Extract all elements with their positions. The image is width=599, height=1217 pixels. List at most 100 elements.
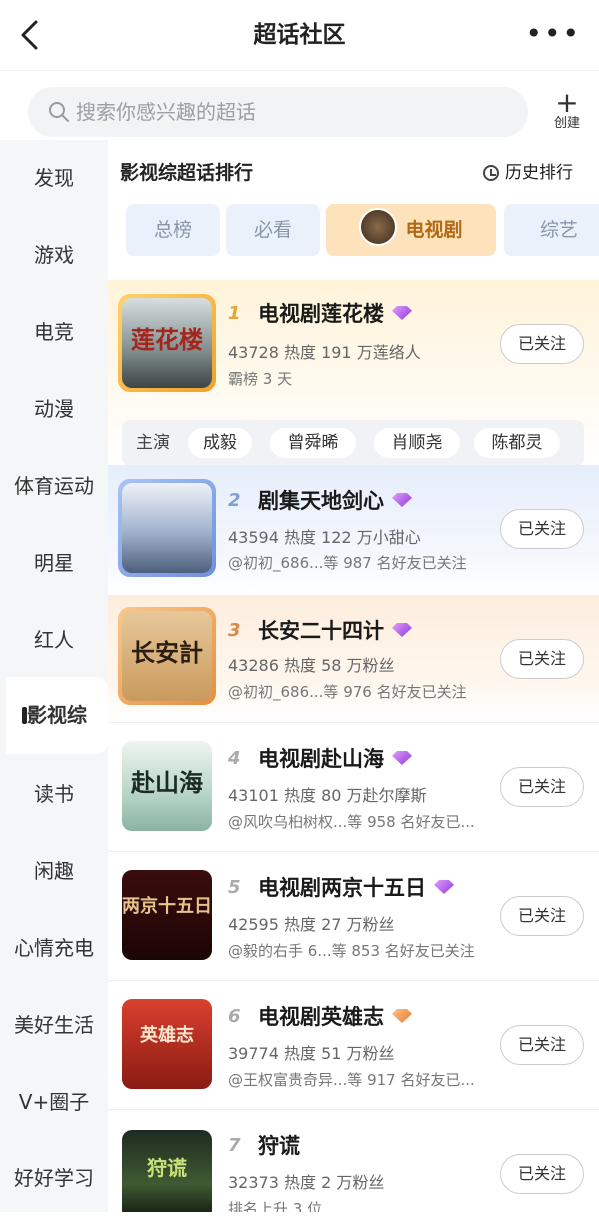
topic-sub-info: @初初_686...等 976 名好友已关注	[228, 683, 467, 701]
tab-overall[interactable]: 总榜	[126, 204, 220, 256]
sidebar-item-discover[interactable]: 发现	[0, 140, 108, 217]
diamond-icon	[392, 623, 412, 637]
list-item[interactable]: 赴山海 4 电视剧赴山海 43101 热度 80 万赴尔摩斯 @风吹乌桕树权..…	[108, 723, 599, 851]
cast-chip[interactable]: 曾舜晞	[270, 428, 356, 458]
topic-name[interactable]: 电视剧两京十五日	[258, 874, 454, 902]
topic-sub-info: @风吹乌桕树权...等 958 名好友已...	[228, 813, 475, 831]
topic-name-text: 长安二十四计	[258, 619, 384, 643]
topic-name[interactable]: 电视剧赴山海	[258, 745, 412, 773]
topic-stats: 43286 热度 58 万粉丝	[228, 656, 395, 675]
follow-button[interactable]: 已关注	[500, 324, 584, 364]
cast-bar: 主演 成毅 曾舜晞 肖顺尧 陈都灵	[122, 420, 584, 466]
topic-thumbnail: 狩谎	[122, 1130, 212, 1212]
thumbnail-text: 长安計	[131, 638, 203, 667]
category-sidebar: 发现 游戏 电竞 动漫 体育运动 明星 红人 影视综 读书 闲趣 心情充电 美好…	[0, 140, 108, 1212]
topic-sub-info: @王权富贵奇异...等 917 名好友已...	[228, 1071, 475, 1089]
follow-button[interactable]: 已关注	[500, 509, 584, 549]
thumbnail-text: 英雄志	[140, 1025, 194, 1046]
thumbnail-text: 狩谎	[147, 1156, 187, 1180]
topic-name[interactable]: 剧集天地剑心	[258, 487, 412, 515]
rank-number: 1	[228, 303, 241, 324]
more-icon[interactable]: •••	[525, 20, 581, 48]
thumbnail-text: 莲花楼	[131, 325, 203, 354]
sidebar-item-anime[interactable]: 动漫	[0, 371, 108, 448]
page-title: 超话社区	[253, 22, 346, 48]
top-bar: 超话社区 •••	[0, 0, 599, 71]
cast-chip[interactable]: 陈都灵	[474, 428, 560, 458]
topic-sub-info: @毅的右手 6...等 853 名好友已关注	[228, 942, 475, 960]
rank-number: 2	[228, 490, 241, 511]
topic-name[interactable]: 电视剧英雄志	[258, 1003, 412, 1031]
topic-name-text: 电视剧莲花楼	[258, 302, 384, 326]
topic-stats: 32373 热度 2 万粉丝	[228, 1173, 385, 1192]
follow-button[interactable]: 已关注	[500, 1154, 584, 1194]
follow-button[interactable]: 已关注	[500, 1025, 584, 1065]
tab-tv-series-label: 电视剧	[405, 219, 463, 241]
create-label: 创建	[553, 116, 580, 131]
list-item[interactable]: 莲花楼 1 电视剧莲花楼 43728 热度 191 万莲络人 霸榜 3 天 已关…	[108, 280, 599, 466]
topic-sub-info: @初初_686...等 987 名好友已关注	[228, 554, 467, 572]
topic-name-text: 剧集天地剑心	[258, 489, 384, 513]
diamond-icon	[434, 880, 454, 894]
topic-thumbnail: 长安計	[122, 611, 212, 701]
rank-number: 6	[228, 1006, 241, 1027]
topic-sub-info: 排名上升 3 位	[228, 1200, 323, 1212]
tab-variety[interactable]: 综艺	[504, 204, 599, 256]
topic-name[interactable]: 狩谎	[258, 1132, 300, 1160]
topic-thumbnail: 英雄志	[122, 999, 212, 1089]
topic-sub-info: 霸榜 3 天	[228, 370, 293, 388]
sidebar-item-stars[interactable]: 明星	[0, 525, 108, 602]
sidebar-item-games[interactable]: 游戏	[0, 217, 108, 294]
section-title: 影视综超话排行	[120, 162, 254, 184]
rank-number: 4	[228, 748, 241, 769]
topic-name[interactable]: 电视剧莲花楼	[258, 300, 412, 328]
sidebar-item-study[interactable]: 好好学习	[0, 1140, 108, 1217]
rank-number: 3	[228, 620, 241, 641]
plus-icon: +	[555, 86, 579, 119]
topic-stats: 42595 热度 27 万粉丝	[228, 915, 395, 934]
sidebar-item-lifestyle[interactable]: 美好生活	[0, 987, 108, 1064]
follow-button[interactable]: 已关注	[500, 896, 584, 936]
search-placeholder: 搜索你感兴趣的超话	[76, 100, 256, 124]
topic-name-text: 电视剧英雄志	[258, 1005, 384, 1029]
list-item[interactable]: 狩谎 7 狩谎 32373 热度 2 万粉丝 排名上升 3 位 已关注	[108, 1110, 599, 1212]
sidebar-item-sports[interactable]: 体育运动	[0, 448, 108, 525]
sidebar-item-leisure[interactable]: 闲趣	[0, 833, 108, 910]
topic-stats: 43101 热度 80 万赴尔摩斯	[228, 786, 427, 805]
sidebar-item-reading[interactable]: 读书	[0, 756, 108, 833]
list-item[interactable]: 英雄志 6 电视剧英雄志 39774 热度 51 万粉丝 @王权富贵奇异...等…	[108, 981, 599, 1109]
create-button[interactable]: + 创建	[545, 86, 589, 132]
topic-stats: 43728 热度 191 万莲络人	[228, 343, 421, 362]
rank-number: 5	[228, 877, 241, 898]
sidebar-item-film-tv[interactable]: 影视综	[6, 677, 108, 754]
topic-thumbnail	[122, 483, 212, 573]
sidebar-item-esports[interactable]: 电竞	[0, 294, 108, 371]
diamond-icon	[392, 1009, 412, 1023]
topic-stats: 43594 热度 122 万小甜心	[228, 528, 421, 547]
cast-chip[interactable]: 成毅	[188, 428, 252, 458]
tv-series-tab-icon	[359, 208, 398, 246]
sidebar-item-influencers[interactable]: 红人	[0, 602, 108, 679]
tab-tv-series[interactable]: 电视剧	[326, 204, 496, 256]
follow-button[interactable]: 已关注	[500, 639, 584, 679]
search-input[interactable]: 搜索你感兴趣的超话	[28, 87, 528, 137]
thumbnail-text: 两京十五日	[122, 896, 212, 917]
cast-label: 主演	[136, 433, 170, 453]
diamond-icon	[392, 493, 412, 507]
list-item[interactable]: 2 剧集天地剑心 43594 热度 122 万小甜心 @初初_686...等 9…	[108, 465, 599, 593]
list-item[interactable]: 长安計 3 长安二十四计 43286 热度 58 万粉丝 @初初_686...等…	[108, 595, 599, 722]
rank-number: 7	[228, 1135, 241, 1156]
sidebar-item-v-circle[interactable]: V+圈子	[0, 1064, 108, 1141]
list-item[interactable]: 两京十五日 5 电视剧两京十五日 42595 热度 27 万粉丝 @毅的右手 6…	[108, 852, 599, 980]
diamond-icon	[392, 306, 412, 320]
cast-chip[interactable]: 肖顺尧	[374, 428, 460, 458]
topic-thumbnail: 赴山海	[122, 741, 212, 831]
thumbnail-text: 赴山海	[131, 768, 203, 797]
sidebar-item-mood[interactable]: 心情充电	[0, 910, 108, 987]
ranking-tabs: 总榜 必看 电视剧 综艺	[126, 204, 599, 256]
tab-must-watch[interactable]: 必看	[226, 204, 320, 256]
topic-name[interactable]: 长安二十四计	[258, 617, 412, 645]
follow-button[interactable]: 已关注	[500, 767, 584, 807]
history-ranking-link[interactable]: 历史排行	[483, 160, 573, 186]
topic-thumbnail: 两京十五日	[122, 870, 212, 960]
